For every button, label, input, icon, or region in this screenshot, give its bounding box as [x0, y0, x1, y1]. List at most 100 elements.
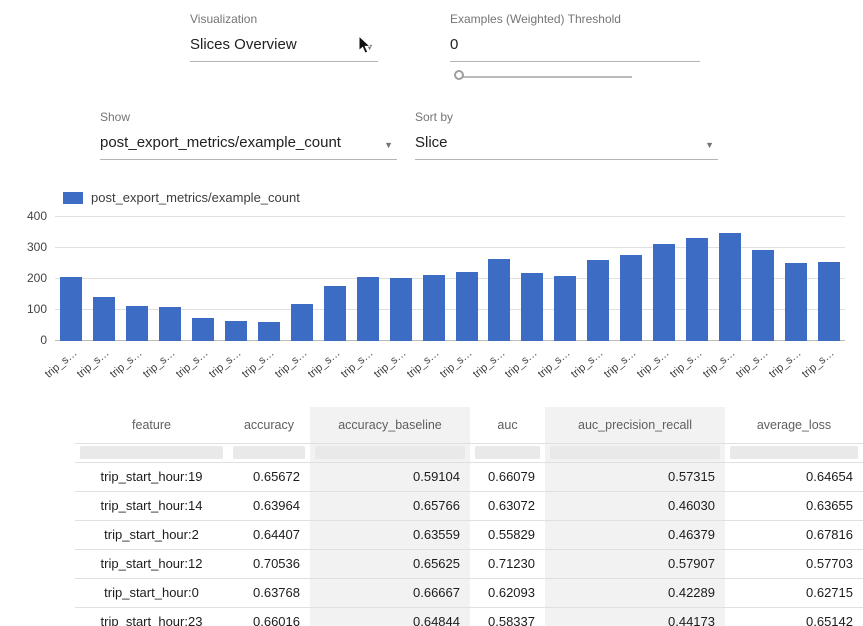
bar[interactable] [521, 273, 543, 341]
x-axis-label: trip_s… [470, 347, 507, 381]
bar-slot: trip_s… [88, 217, 121, 341]
bar[interactable] [159, 307, 181, 341]
bar[interactable] [818, 262, 840, 341]
bar[interactable] [423, 275, 445, 341]
filter-input[interactable] [315, 446, 465, 459]
bar[interactable] [785, 263, 807, 341]
bar[interactable] [126, 306, 148, 341]
bar[interactable] [554, 276, 576, 341]
x-axis-label: trip_s… [207, 347, 244, 381]
bar-slot: trip_s… [812, 217, 845, 341]
threshold-control: Examples (Weighted) Threshold 0 [450, 12, 700, 62]
metric-cell: 0.63768 [228, 578, 310, 607]
bar[interactable] [686, 238, 708, 341]
legend-swatch [63, 192, 83, 204]
visualization-dropdown-value: Slices Overview [190, 36, 297, 53]
bar-slot: trip_s… [318, 217, 351, 341]
bar-slot: trip_s… [779, 217, 812, 341]
metric-cell: 0.64407 [228, 520, 310, 549]
metric-cell: 0.57703 [725, 549, 863, 578]
bar-slot: trip_s… [582, 217, 615, 341]
metric-cell: 0.63655 [725, 491, 863, 520]
filter-input[interactable] [80, 446, 223, 459]
chevron-down-icon[interactable]: ▼ [705, 141, 714, 150]
bar[interactable] [719, 233, 741, 342]
bar[interactable] [225, 321, 247, 341]
metric-cell: 0.42289 [545, 578, 725, 607]
x-axis-label: trip_s… [569, 347, 606, 381]
metric-cell: 0.62093 [470, 578, 545, 607]
bar[interactable] [258, 322, 280, 341]
table-row: trip_start_hour:120.705360.656250.712300… [75, 549, 863, 578]
show-dropdown[interactable]: post_export_metrics/example_count ▼ [100, 134, 397, 160]
bar[interactable] [752, 250, 774, 341]
bar-slot: trip_s… [285, 217, 318, 341]
sort-by-dropdown[interactable]: Slice ▼ [415, 134, 718, 160]
x-axis-label: trip_s… [141, 347, 178, 381]
filter-input[interactable] [233, 446, 305, 459]
bar[interactable] [192, 318, 214, 341]
visualization-dropdown[interactable]: Slices Overview ▼ [190, 36, 378, 62]
x-axis-label: trip_s… [75, 347, 112, 381]
y-axis-tick-label: 400 [27, 209, 47, 223]
bar[interactable] [620, 255, 642, 341]
column-header-auc_precision_recall[interactable]: auc_precision_recall [545, 407, 725, 443]
bar[interactable] [653, 244, 675, 341]
bar-slot: trip_s… [746, 217, 779, 341]
bar[interactable] [587, 260, 609, 341]
slider-thumb[interactable] [454, 70, 464, 80]
feature-cell: trip_start_hour:0 [75, 578, 228, 607]
bar[interactable] [456, 272, 478, 341]
bar[interactable] [60, 277, 82, 341]
slices-overview-app: Visualization Slices Overview ▼ Examples… [0, 0, 863, 626]
bar-slot: trip_s… [417, 217, 450, 341]
filter-cell [310, 443, 470, 462]
x-axis-label: trip_s… [405, 347, 442, 381]
bar[interactable] [93, 297, 115, 341]
column-header-auc[interactable]: auc [470, 407, 545, 443]
bar-slot: trip_s… [351, 217, 384, 341]
bar-slot: trip_s… [516, 217, 549, 341]
sort-by-label: Sort by [415, 110, 718, 124]
metric-cell: 0.70536 [228, 549, 310, 578]
metric-cell: 0.57907 [545, 549, 725, 578]
bar[interactable] [357, 277, 379, 341]
bar[interactable] [291, 304, 313, 341]
y-axis-tick-label: 300 [27, 240, 47, 254]
filter-cell [470, 443, 545, 462]
threshold-slider[interactable] [452, 69, 632, 85]
column-header-average_loss[interactable]: average_loss [725, 407, 863, 443]
y-axis-tick-label: 0 [40, 333, 47, 347]
bar-slot: trip_s… [549, 217, 582, 341]
metric-cell: 0.66016 [228, 607, 310, 626]
column-header-feature[interactable]: feature [75, 407, 228, 443]
bar-chart: 0100200300400 trip_s…trip_s…trip_s…trip_… [55, 217, 845, 341]
threshold-input[interactable]: 0 [450, 36, 700, 62]
filter-input[interactable] [475, 446, 540, 459]
metric-cell: 0.62715 [725, 578, 863, 607]
chart-legend: post_export_metrics/example_count [63, 190, 300, 205]
column-header-accuracy[interactable]: accuracy [228, 407, 310, 443]
chevron-down-icon[interactable]: ▼ [384, 141, 393, 150]
metric-cell: 0.46379 [545, 520, 725, 549]
x-axis-label: trip_s… [174, 347, 211, 381]
bar[interactable] [324, 286, 346, 341]
slider-track[interactable] [460, 76, 632, 78]
filter-cell [725, 443, 863, 462]
table-row: trip_start_hour:140.639640.657660.630720… [75, 491, 863, 520]
visualization-label: Visualization [190, 12, 378, 26]
chevron-down-icon[interactable]: ▼ [365, 43, 374, 52]
bar[interactable] [390, 278, 412, 341]
filter-input[interactable] [730, 446, 858, 459]
sort-by-dropdown-value: Slice [415, 134, 448, 151]
bar-slot: trip_s… [681, 217, 714, 341]
bar[interactable] [488, 259, 510, 341]
metric-cell: 0.65672 [228, 462, 310, 491]
threshold-input-value: 0 [450, 36, 458, 53]
filter-input[interactable] [550, 446, 720, 459]
legend-label: post_export_metrics/example_count [91, 190, 300, 205]
bar-slot: trip_s… [187, 217, 220, 341]
column-header-accuracy_baseline[interactable]: accuracy_baseline [310, 407, 470, 443]
bar-slot: trip_s… [220, 217, 253, 341]
feature-cell: trip_start_hour:19 [75, 462, 228, 491]
